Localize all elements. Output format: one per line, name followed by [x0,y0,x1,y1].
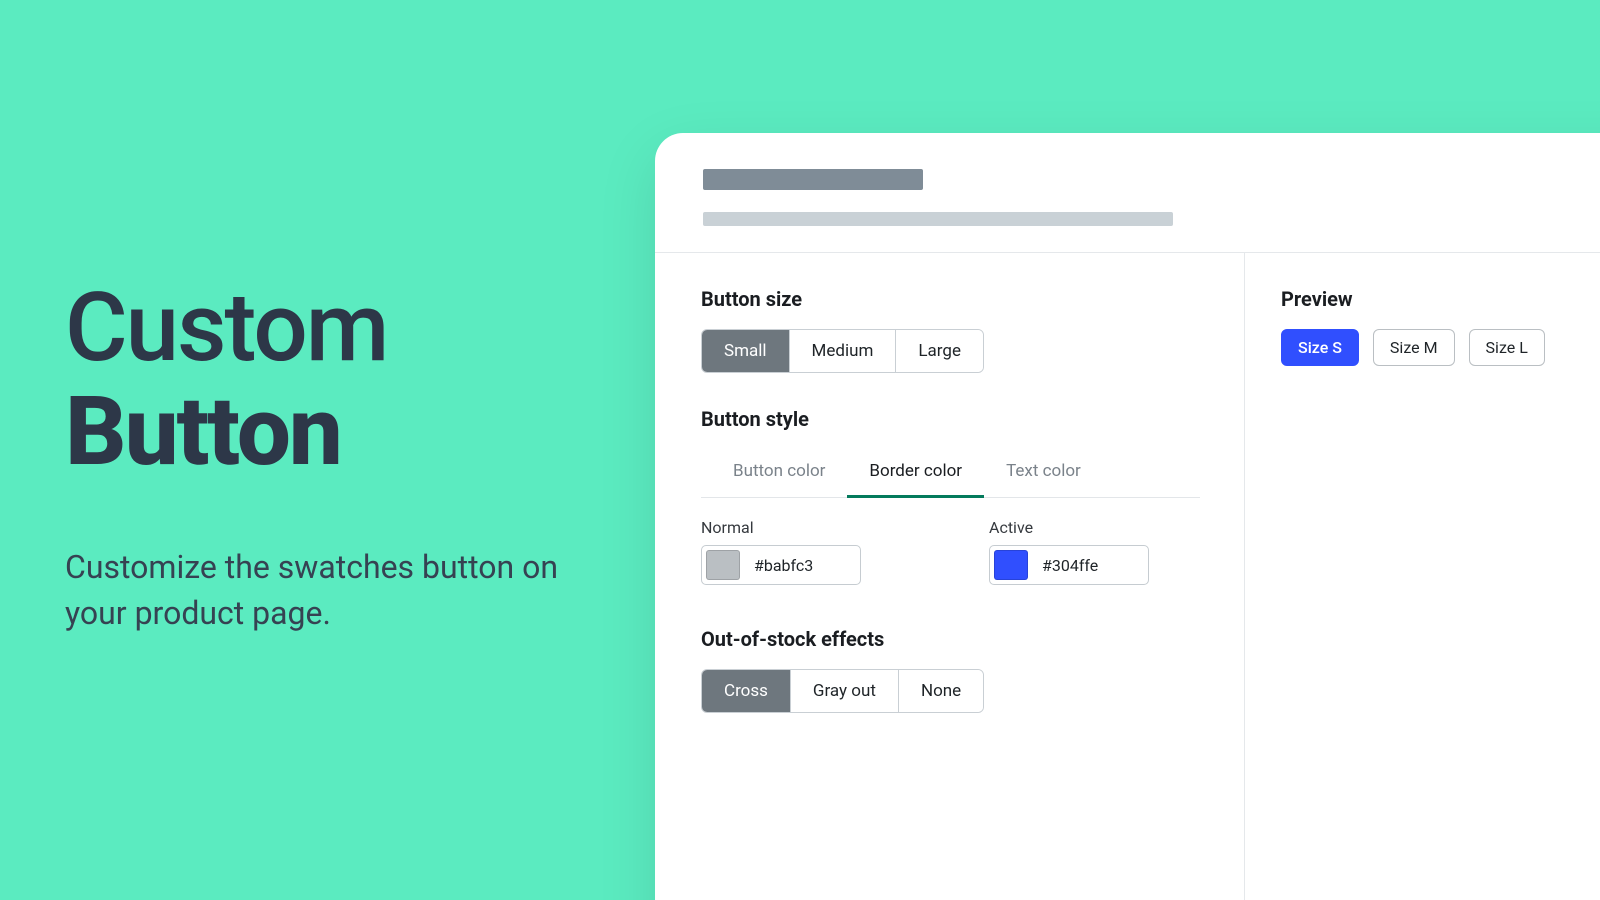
oos-option-gray-out[interactable]: Gray out [791,670,899,712]
preview-size-row: Size S Size M Size L [1281,329,1600,366]
app-header [655,133,1600,253]
size-option-large[interactable]: Large [896,330,983,372]
active-color-input[interactable]: #304ffe [989,545,1149,585]
preview-label: Preview [1281,287,1600,311]
placeholder-title-bar [703,169,923,190]
tab-button-color[interactable]: Button color [701,449,847,498]
color-inputs-row: Normal #babfc3 Active #304ffe [701,518,1200,585]
active-state-label: Active [989,518,1149,537]
preview-size-s[interactable]: Size S [1281,329,1359,366]
placeholder-subtitle-bar [703,212,1173,226]
tab-border-color[interactable]: Border color [847,449,984,498]
oos-label: Out-of-stock effects [701,627,1200,651]
button-size-label: Button size [701,287,1200,311]
size-option-small[interactable]: Small [702,330,790,372]
active-color-value: #304ffe [1042,556,1098,575]
button-size-segment: Small Medium Large [701,329,984,373]
hero-title-line1: Custom [65,280,625,378]
hero-title-line2: Button [65,384,625,482]
settings-panel: Button size Small Medium Large Button st… [655,253,1245,900]
style-tabs: Button color Border color Text color [701,449,1200,498]
tab-text-color[interactable]: Text color [984,449,1103,498]
preview-size-l[interactable]: Size L [1469,329,1545,366]
normal-state-label: Normal [701,518,861,537]
preview-size-m[interactable]: Size M [1373,329,1455,366]
app-body: Button size Small Medium Large Button st… [655,253,1600,900]
normal-color-value: #babfc3 [754,556,813,575]
preview-panel: Preview Size S Size M Size L [1245,253,1600,900]
active-color-swatch[interactable] [994,550,1028,580]
hero: Custom Button Customize the swatches but… [65,280,625,637]
active-color-block: Active #304ffe [989,518,1149,585]
normal-color-swatch[interactable] [706,550,740,580]
oos-option-cross[interactable]: Cross [702,670,791,712]
oos-segment: Cross Gray out None [701,669,984,713]
normal-color-input[interactable]: #babfc3 [701,545,861,585]
hero-subtitle: Customize the swatches button on your pr… [65,544,625,637]
size-option-medium[interactable]: Medium [790,330,897,372]
normal-color-block: Normal #babfc3 [701,518,861,585]
button-style-label: Button style [701,407,1200,431]
app-window: Button size Small Medium Large Button st… [655,133,1600,900]
oos-option-none[interactable]: None [899,670,983,712]
